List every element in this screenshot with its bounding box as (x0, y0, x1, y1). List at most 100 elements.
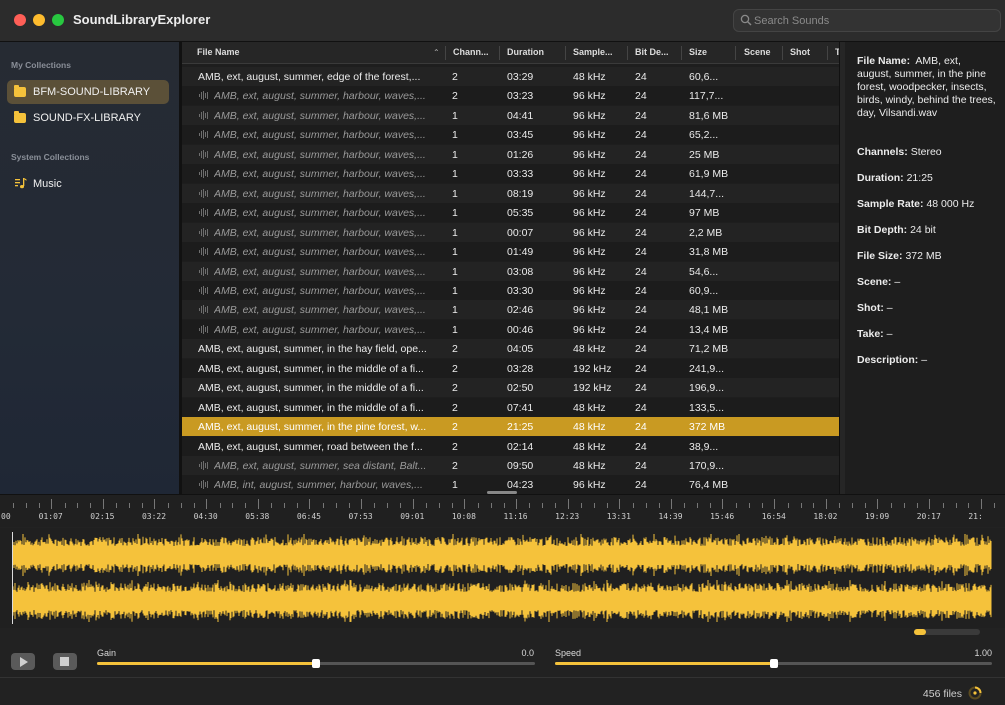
gain-slider[interactable] (97, 659, 535, 668)
timeline-minor-tick (645, 503, 647, 508)
table-cell-ch: 2 (452, 382, 458, 395)
timeline-label: 03:22 (141, 512, 167, 521)
column-header-duration[interactable]: Duration (507, 47, 544, 57)
table-cell-bd: 24 (635, 421, 647, 434)
table-cell-size: 60,6... (689, 71, 719, 83)
table-cell-dur: 03:33 (507, 168, 534, 181)
table-row[interactable]: AMB, ext, august, summer, in the middle … (182, 378, 839, 398)
table-row[interactable]: AMB, ext, august, summer, harbour, waves… (182, 300, 839, 320)
timeline-label: 19:09 (865, 512, 890, 521)
table-cell-name: AMB, ext, august, summer, sea distant, B… (214, 460, 427, 472)
detail-sample-rate: Sample Rate: 48 000 Hz (857, 198, 997, 211)
column-header-channels[interactable]: Chann... (453, 47, 489, 57)
waveform-scrollbar[interactable] (914, 629, 980, 635)
detail-value: – (894, 276, 901, 288)
playhead[interactable] (12, 532, 13, 624)
table-row[interactable]: AMB, ext, august, summer, harbour, waves… (182, 86, 839, 106)
timeline-minor-tick (451, 503, 453, 508)
column-header-sample-rate[interactable]: Sample... (573, 47, 613, 57)
timeline-major-tick (309, 499, 311, 509)
search-input[interactable] (754, 12, 994, 30)
gain-slider-fill (97, 662, 316, 665)
search-icon (740, 14, 752, 26)
column-divider[interactable] (681, 46, 682, 60)
table-cell-ch: 2 (452, 343, 458, 356)
table-row[interactable]: AMB, ext, august, summer, sea distant, B… (182, 456, 839, 475)
sidebar-item-bfm-sound-library[interactable]: BFM-SOUND-LIBRARY (7, 80, 169, 104)
table-row[interactable]: AMB, ext, august, summer, harbour, waves… (182, 242, 839, 262)
waveform-scroll-thumb[interactable] (914, 629, 926, 635)
table-cell-bd: 24 (635, 148, 647, 161)
column-divider[interactable] (499, 46, 500, 60)
timeline-label: 09:01 (400, 512, 425, 521)
table-row[interactable]: AMB, ext, august, summer, in the middle … (182, 358, 839, 378)
column-divider[interactable] (782, 46, 783, 60)
timeline-minor-tick (748, 503, 750, 508)
speed-slider-fill (555, 662, 774, 665)
column-divider[interactable] (565, 46, 566, 60)
table-row[interactable]: AMB, ext, august, summer, in the middle … (182, 397, 839, 417)
table-cell-size: 196,9... (689, 382, 725, 395)
play-button[interactable] (11, 653, 35, 670)
column-divider[interactable] (827, 46, 828, 60)
column-divider[interactable] (735, 46, 736, 60)
table-row[interactable]: AMB, ext, august, summer, edge of the fo… (182, 67, 839, 86)
timeline-major-tick (980, 499, 982, 509)
timeline-minor-tick (800, 503, 802, 508)
table-row[interactable]: AMB, ext, august, summer, in the hay fie… (182, 339, 839, 359)
table-row[interactable]: AMB, ext, august, summer, harbour, waves… (182, 261, 839, 281)
table-row[interactable]: AMB, ext, august, summer, harbour, waves… (182, 203, 839, 223)
timeline-minor-tick (994, 503, 996, 508)
column-header-size[interactable]: Size (689, 47, 707, 57)
column-header-file-name[interactable]: File Name (197, 47, 240, 57)
table-row[interactable]: AMB, ext, august, summer, harbour, waves… (182, 319, 839, 339)
table-cell-sr: 96 kHz (573, 129, 606, 142)
timeline-ruler[interactable]: 00 01:07 02:15 03:22 04:30 05:38 06:45 07:53 09:… (0, 495, 1005, 527)
timeline-label: 02:15 (90, 512, 115, 521)
table-row[interactable]: AMB, ext, august, summer, harbour, waves… (182, 183, 839, 203)
audio-waveform-icon (199, 169, 208, 179)
timeline-minor-tick (439, 503, 441, 508)
timeline-minor-tick (697, 503, 699, 508)
table-row[interactable]: AMB, ext, august, summer, harbour, waves… (182, 105, 839, 125)
sidebar-item-sound-fx-library[interactable]: SOUND-FX-LIBRARY (7, 106, 169, 130)
column-divider[interactable] (627, 46, 628, 60)
timeline-minor-tick (90, 503, 92, 508)
table-cell-sr: 192 kHz (573, 382, 612, 395)
table-cell-ch: 1 (452, 129, 458, 142)
table-cell-sr: 48 kHz (573, 71, 606, 83)
waveform-view[interactable] (0, 528, 1005, 628)
table-row[interactable]: AMB, ext, august, summer, road between t… (182, 436, 839, 456)
table-row[interactable]: AMB, ext, august, summer, harbour, waves… (182, 222, 839, 242)
column-header-scene[interactable]: Scene (744, 47, 771, 57)
column-header-bit-depth[interactable]: Bit De... (635, 47, 669, 57)
table-row[interactable]: AMB, ext, august, summer, harbour, waves… (182, 280, 839, 300)
close-window-button[interactable] (14, 14, 26, 26)
timeline-label: 13:31 (606, 512, 631, 521)
timeline-label: 10:08 (451, 512, 476, 521)
timeline-minor-tick (219, 503, 221, 508)
minimize-window-button[interactable] (33, 14, 45, 26)
gain-slider-knob[interactable] (312, 659, 320, 668)
table-row[interactable]: AMB, ext, august, summer, harbour, waves… (182, 164, 839, 184)
table-row[interactable]: AMB, ext, august, summer, harbour, waves… (182, 144, 839, 164)
detail-label: File Name: (857, 55, 911, 67)
column-header-shot[interactable]: Shot (790, 47, 810, 57)
table-row[interactable]: AMB, ext, august, summer, in the pine fo… (182, 417, 839, 437)
timeline-minor-tick (232, 503, 234, 508)
sidebar-item-label: SOUND-FX-LIBRARY (33, 112, 141, 124)
speed-slider-knob[interactable] (769, 659, 778, 668)
table-cell-dur: 07:41 (507, 401, 534, 414)
column-divider[interactable] (445, 46, 446, 60)
search-box[interactable] (733, 9, 1001, 32)
table-cell-size: 2,2 MB (689, 226, 723, 239)
table-cell-name: AMB, ext, august, summer, harbour, waves… (214, 148, 426, 161)
table-cell-sr: 96 kHz (573, 90, 606, 103)
table-row[interactable]: AMB, ext, august, summer, harbour, waves… (182, 125, 839, 145)
speed-slider[interactable] (555, 659, 992, 668)
stop-button[interactable] (53, 653, 77, 670)
table-cell-sr: 192 kHz (573, 362, 612, 375)
audio-waveform-icon (199, 188, 208, 198)
zoom-window-button[interactable] (52, 14, 64, 26)
sidebar-item-music[interactable]: Music (7, 172, 169, 196)
